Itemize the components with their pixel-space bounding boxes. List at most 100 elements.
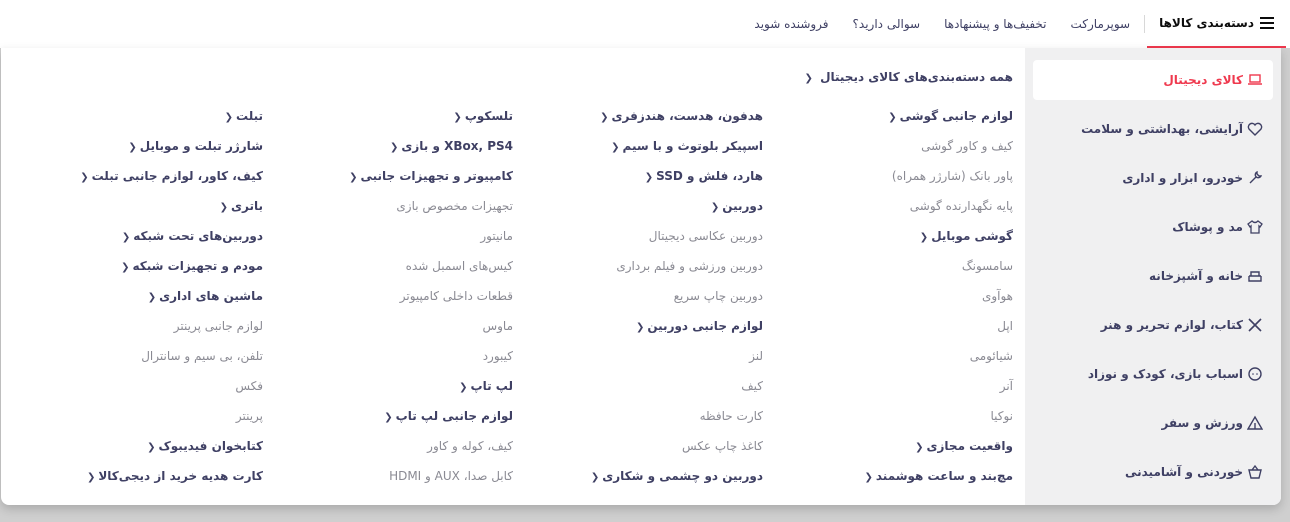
subcategory-heading[interactable]: اسپیکر بلوتوث و با سیم❮	[523, 138, 763, 168]
chevron-left-icon: ❮	[219, 202, 229, 213]
subcategory-link[interactable]: لوازم جانبی پرینتر	[23, 318, 263, 348]
subcategory-heading[interactable]: لوازم جانبی گوشی❮	[773, 108, 1013, 138]
subcategory-link[interactable]: آنر	[773, 378, 1013, 408]
subcategory-link[interactable]: کیس‌های اسمبل شده	[273, 258, 513, 288]
subcategory-heading[interactable]: هارد، فلش و SSD❮	[523, 168, 763, 198]
subcategory-label: کیف و کاور گوشی	[921, 139, 1013, 153]
subcategory-heading[interactable]: واقعیت مجازی❮	[773, 438, 1013, 468]
subcategory-column-4: تبلت❮ شارژر تبلت و موبایل❮ کیف، کاور، لواز…	[23, 108, 263, 498]
subcategory-heading[interactable]: دوربین‌های تحت شبکه❮	[23, 228, 263, 258]
sidebar-item-6[interactable]: کتاب، لوازم تحریر و هنر	[1033, 305, 1273, 345]
sidebar-item-2[interactable]: آرایشی، بهداشتی و سلامت	[1033, 109, 1273, 149]
sidebar-item-7[interactable]: اسباب بازی، کودک و نوزاد	[1033, 354, 1273, 394]
subcategory-heading[interactable]: دوربین دو چشمی و شکاری❮	[523, 468, 763, 498]
subcategory-link[interactable]: کیف، کوله و کاور	[273, 438, 513, 468]
subcategory-label: تبلت	[235, 109, 263, 123]
subcategory-label: دوربین	[722, 199, 763, 213]
subcategory-link[interactable]: کیبورد	[273, 348, 513, 378]
subcategory-link[interactable]: کیف و کاور گوشی	[773, 138, 1013, 168]
subcategory-link[interactable]: لنز	[523, 348, 763, 378]
subcategory-link[interactable]: تجهیزات مخصوص بازی	[273, 198, 513, 228]
subcategory-heading[interactable]: باتری❮	[23, 198, 263, 228]
subcategory-link[interactable]: تلفن، بی سیم و سانترال	[23, 348, 263, 378]
subcategory-link[interactable]: قطعات داخلی کامپیوتر	[273, 288, 513, 318]
subcategory-label: دوربین چاپ سریع	[673, 289, 763, 303]
sidebar-item-4[interactable]: مد و پوشاک	[1033, 207, 1273, 247]
subcategory-link[interactable]: سامسونگ	[773, 258, 1013, 288]
subcategory-link[interactable]: کارت حافظه	[523, 408, 763, 438]
subcategory-heading[interactable]: کتابخوان فیدیبوک❮	[23, 438, 263, 468]
subcategory-label: کیف	[741, 379, 763, 393]
subcategory-link[interactable]: دوربین عکاسی دیجیتال	[523, 228, 763, 258]
nav-become-seller[interactable]: فروشنده شوید	[742, 0, 840, 48]
subcategory-link[interactable]: نوکیا	[773, 408, 1013, 438]
subcategory-link[interactable]: شیائومی	[773, 348, 1013, 378]
chevron-left-icon: ❮	[644, 172, 654, 183]
subcategory-heading[interactable]: ماشین های اداری❮	[23, 288, 263, 318]
chevron-left-icon: ❮	[611, 142, 620, 153]
chevron-left-icon: ❮	[600, 112, 609, 123]
sidebar-item-5[interactable]: خانه و آشپزخانه	[1033, 256, 1273, 296]
nav-categories[interactable]: دسته‌بندی کالاها	[1147, 0, 1286, 48]
subcategory-label: دوربین ورزشی و فیلم برداری	[616, 259, 763, 273]
subcategory-link[interactable]: اپل	[773, 318, 1013, 348]
subcategory-label: کابل صدا، AUX و HDMI	[389, 469, 513, 483]
chevron-left-icon: ❮	[710, 202, 720, 213]
nav-supermarket[interactable]: سوپرمارکت	[1059, 0, 1143, 48]
subcategory-heading[interactable]: کامپیوتر و تجهیزات جانبی❮	[273, 168, 513, 198]
subcategory-label: کیس‌های اسمبل شده	[405, 259, 513, 273]
main-nav: دسته‌بندی کالاها سوپرمارکت تخفیف‌ها و پی…	[742, 0, 1290, 48]
subcategory-link[interactable]: مانیتور	[273, 228, 513, 258]
sidebar-item-label: ورزش و سفر	[1161, 416, 1243, 430]
chevron-left-icon: ❮	[864, 472, 873, 483]
subcategory-link[interactable]: پایه نگهدارنده گوشی	[773, 198, 1013, 228]
subcategory-heading[interactable]: شارژر تبلت و موبایل❮	[23, 138, 263, 168]
subcategory-label: کاغذ چاپ عکس	[681, 439, 763, 453]
subcategory-label: تلسکوپ	[464, 109, 513, 123]
subcategory-heading[interactable]: هدفون، هدست، هندزفری❮	[523, 108, 763, 138]
subcategory-link[interactable]: ماوس	[273, 318, 513, 348]
subcategory-heading[interactable]: لوازم جانبی دوربین❮	[523, 318, 763, 348]
subcategory-link[interactable]: پاور بانک (شارژر همراه)	[773, 168, 1013, 198]
sidebar-item-8[interactable]: ورزش و سفر	[1033, 403, 1273, 443]
chevron-left-icon: ❮	[635, 322, 645, 333]
subcategory-heading[interactable]: لپ تاپ❮	[273, 378, 513, 408]
subcategory-link[interactable]: هوآوی	[773, 288, 1013, 318]
subcategory-heading[interactable]: XBox, PS4 و بازی❮	[273, 138, 513, 168]
nav-divider	[1144, 15, 1146, 33]
menu-icon	[1260, 17, 1274, 29]
sidebar-item-label: اسباب بازی، کودک و نوزاد	[1087, 367, 1243, 381]
sidebar-item-1[interactable]: کالای دیجیتال	[1033, 60, 1273, 100]
subcategory-heading[interactable]: مچ‌بند و ساعت هوشمند❮	[773, 468, 1013, 498]
subcategory-label: لوازم جانبی گوشی	[899, 109, 1013, 123]
subcategory-link[interactable]: فکس	[23, 378, 263, 408]
subcategory-heading[interactable]: گوشی موبایل❮	[773, 228, 1013, 258]
chevron-left-icon: ❮	[804, 73, 813, 84]
subcategory-link[interactable]: کاغذ چاپ عکس	[523, 438, 763, 468]
baby-icon	[1247, 366, 1263, 382]
subcategory-link[interactable]: دوربین چاپ سریع	[523, 288, 763, 318]
subcategory-heading[interactable]: تبلت❮	[23, 108, 263, 138]
subcategory-heading[interactable]: کارت هدیه خرید از دیجی‌کالا❮	[23, 468, 263, 498]
all-digital-categories-link[interactable]: همه دسته‌بندی‌های کالای دیجیتال ❮	[805, 70, 1014, 84]
subcategory-heading[interactable]: کیف، کاور، لوازم جانبی تبلت❮	[23, 168, 263, 198]
nav-faq[interactable]: سوالی دارید؟	[841, 0, 933, 48]
chevron-left-icon: ❮	[389, 142, 399, 153]
subcategory-link[interactable]: دوربین ورزشی و فیلم برداری	[523, 258, 763, 288]
subcategory-column-2: هدفون، هدست، هندزفری❮ اسپیکر بلوتوث و با …	[523, 108, 763, 498]
subcategory-heading[interactable]: لوازم جانبی لپ تاپ❮	[273, 408, 513, 438]
sidebar-item-9[interactable]: خوردنی و آشامیدنی	[1033, 452, 1273, 492]
subcategory-label: کارت هدیه خرید از دیجی‌کالا	[98, 469, 263, 483]
heart-icon	[1247, 121, 1263, 137]
subcategory-heading[interactable]: تلسکوپ❮	[273, 108, 513, 138]
subcategory-label: ماشین های اداری	[159, 289, 263, 303]
subcategory-link[interactable]: پرینتر	[23, 408, 263, 438]
laptop-icon	[1247, 72, 1263, 88]
sidebar-item-3[interactable]: خودرو، ابزار و اداری	[1033, 158, 1273, 198]
subcategory-heading[interactable]: مودم و تجهیزات شبکه❮	[23, 258, 263, 288]
subcategory-heading[interactable]: دوربین❮	[523, 198, 763, 228]
subcategory-link[interactable]: کابل صدا، AUX و HDMI	[273, 468, 513, 498]
nav-offers[interactable]: تخفیف‌ها و پیشنهادها	[932, 0, 1058, 48]
subcategory-label: هارد، فلش و SSD	[656, 169, 763, 183]
subcategory-link[interactable]: کیف	[523, 378, 763, 408]
